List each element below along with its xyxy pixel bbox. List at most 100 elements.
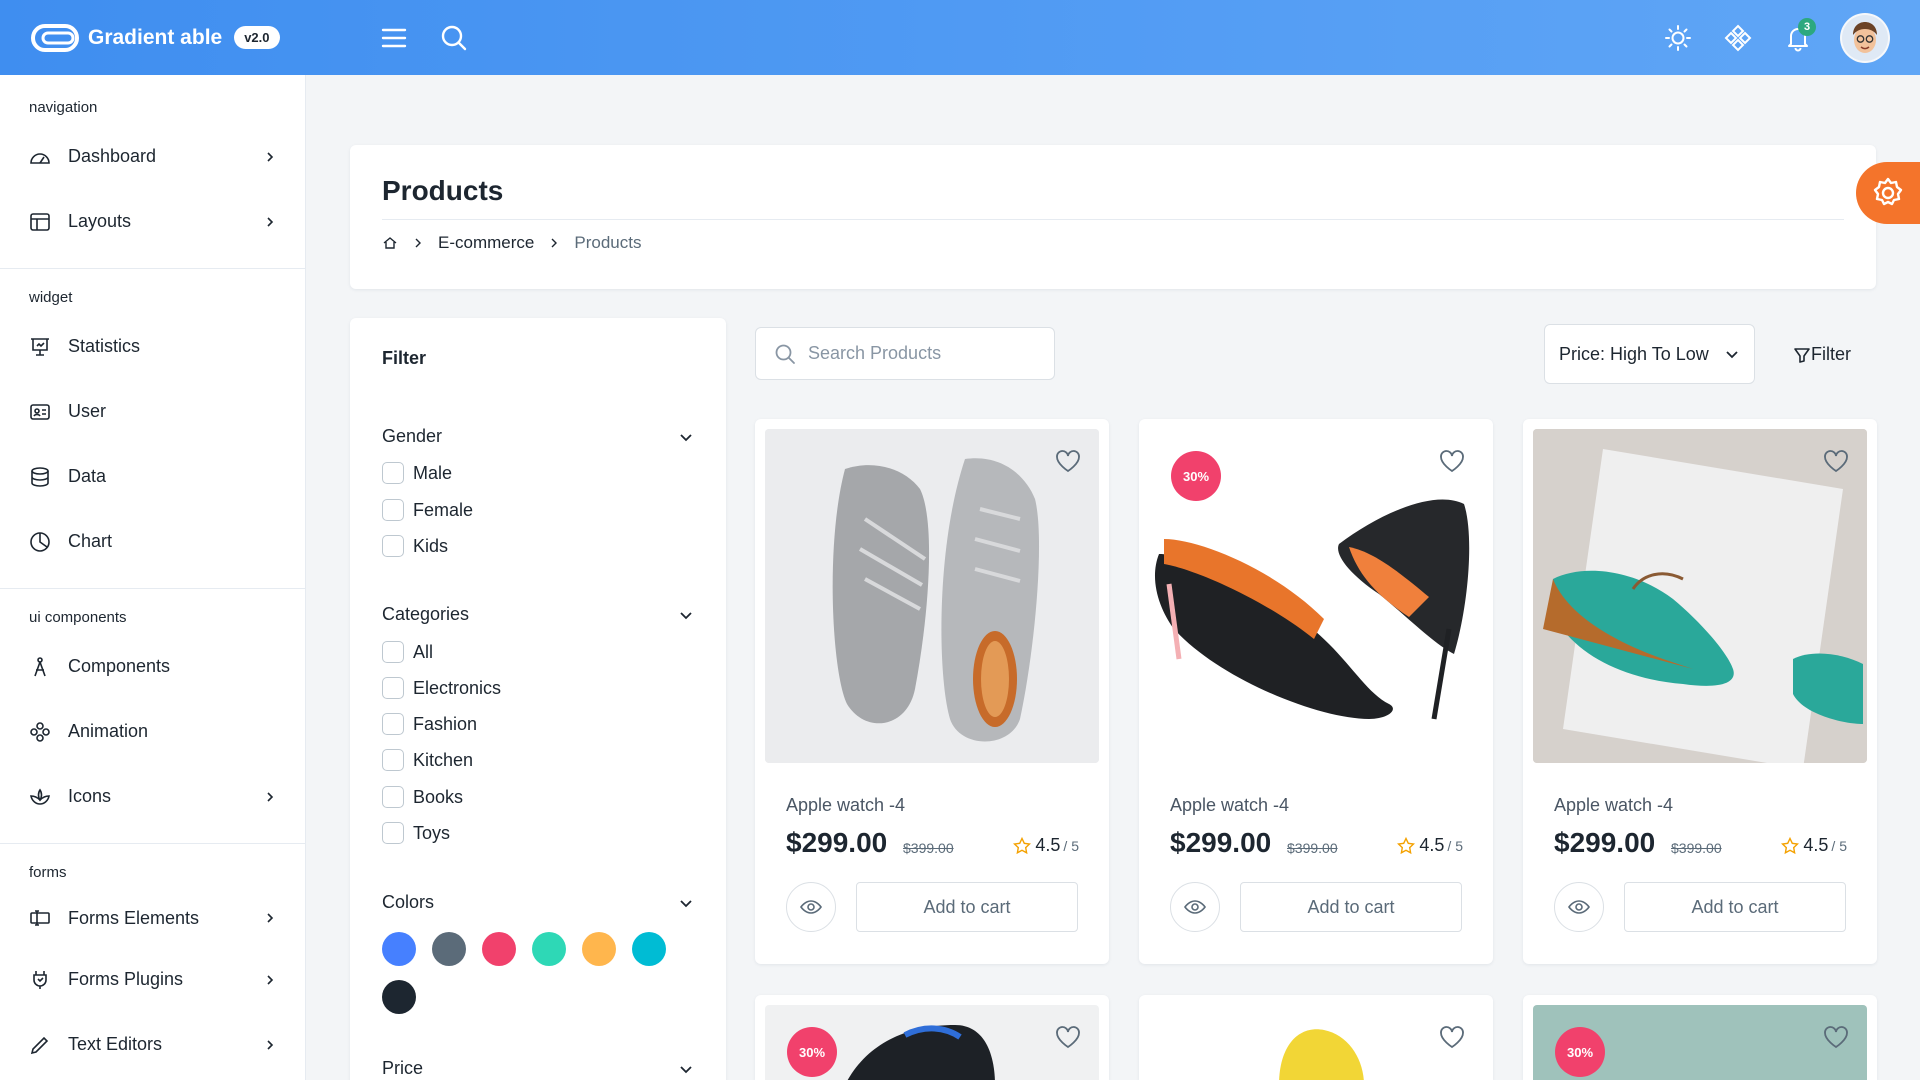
filter-panel: Filter Gender Male Female Kids Categorie… <box>350 318 726 1080</box>
checkbox[interactable] <box>382 749 404 771</box>
sidebar-item-chart[interactable]: Chart <box>0 509 305 574</box>
filter-group-categories[interactable]: Categories <box>382 604 694 625</box>
filter-option[interactable]: Kitchen <box>382 749 473 771</box>
divider <box>382 219 1844 220</box>
sidebar-item-text-editors[interactable]: Text Editors <box>0 1012 305 1077</box>
checkbox[interactable] <box>382 786 404 808</box>
sidebar-item-layouts[interactable]: Layouts <box>0 189 305 254</box>
filter-toggle-button[interactable]: Filter <box>1793 344 1851 365</box>
product-name[interactable]: Apple watch -4 <box>1554 795 1673 816</box>
menu-toggle-button[interactable] <box>372 16 416 60</box>
color-swatch[interactable] <box>482 932 516 966</box>
product-name[interactable]: Apple watch -4 <box>786 795 905 816</box>
heart-icon[interactable] <box>1439 1025 1465 1049</box>
add-to-cart-button[interactable]: Add to cart <box>1240 882 1462 932</box>
sidebar-item-forms-plugins[interactable]: Forms Plugins <box>0 947 305 1012</box>
quick-view-button[interactable] <box>786 882 836 932</box>
search-input[interactable] <box>808 343 1028 364</box>
filter-option[interactable]: Kids <box>382 535 448 557</box>
home-icon[interactable] <box>382 235 398 251</box>
product-name[interactable]: Apple watch -4 <box>1170 795 1289 816</box>
filter-group-gender[interactable]: Gender <box>382 426 694 447</box>
sidebar-item-data[interactable]: Data <box>0 444 305 509</box>
option-label: All <box>413 641 434 662</box>
checkbox[interactable] <box>382 535 404 557</box>
filter-option[interactable]: Toys <box>382 822 450 844</box>
sidebar-item-icons[interactable]: Icons <box>0 764 305 829</box>
checkbox[interactable] <box>382 641 404 663</box>
option-label: Fashion <box>413 713 478 734</box>
sidebar-item-dashboard[interactable]: Dashboard <box>0 124 305 189</box>
sort-select[interactable]: Price: High To Low <box>1544 324 1755 384</box>
notifications-button[interactable]: 3 <box>1776 16 1820 60</box>
filter-group-price[interactable]: Price <box>382 1058 694 1079</box>
color-swatch[interactable] <box>582 932 616 966</box>
breadcrumb: E-commerce Products <box>382 233 641 253</box>
heart-icon[interactable] <box>1823 449 1849 473</box>
color-swatch[interactable] <box>382 980 416 1014</box>
heart-icon[interactable] <box>1823 1025 1849 1049</box>
add-to-cart-button[interactable]: Add to cart <box>1624 882 1846 932</box>
chart-icon <box>28 530 52 554</box>
product-old-price: $399.00 <box>903 840 954 856</box>
brand[interactable]: Gradient able v2.0 <box>30 21 330 55</box>
notification-count-badge: 3 <box>1798 17 1816 36</box>
option-label: Kitchen <box>413 749 474 770</box>
color-swatch[interactable] <box>432 932 466 966</box>
nav-section-ui-components: ui components Components Animation Icons <box>0 589 305 844</box>
product-image[interactable] <box>765 429 1099 763</box>
product-price: $299.00 <box>1554 827 1656 858</box>
breadcrumb-link-ecommerce[interactable]: E-commerce <box>438 233 534 253</box>
page-header-card: Products E-commerce Products <box>350 145 1876 289</box>
sidebar-item-label: User <box>68 401 107 421</box>
filter-option[interactable]: Books <box>382 786 463 808</box>
nav-section-navigation: navigation Dashboard Layouts <box>0 75 305 269</box>
color-swatch[interactable] <box>382 932 416 966</box>
sidebar-item-animation[interactable]: Animation <box>0 699 305 764</box>
sidebar-item-user[interactable]: User <box>0 379 305 444</box>
text-editor-icon <box>28 1033 52 1057</box>
chevron-right-icon <box>415 238 421 248</box>
header-actions: 3 <box>1656 0 1890 75</box>
product-old-price: $399.00 <box>1671 840 1722 856</box>
menu-icon <box>381 28 407 47</box>
avatar[interactable] <box>1840 12 1890 63</box>
filter-group-colors[interactable]: Colors <box>382 892 694 913</box>
checkbox[interactable] <box>382 822 404 844</box>
checkbox[interactable] <box>382 677 404 699</box>
theme-toggle-button[interactable] <box>1656 16 1700 60</box>
quick-view-button[interactable] <box>1170 882 1220 932</box>
color-swatch[interactable] <box>632 932 666 966</box>
product-image[interactable] <box>1533 429 1867 763</box>
filter-option[interactable]: Electronics <box>382 677 501 699</box>
heart-icon[interactable] <box>1439 449 1465 473</box>
color-swatch[interactable] <box>532 932 566 966</box>
quick-view-button[interactable] <box>1554 882 1604 932</box>
apps-button[interactable] <box>1716 16 1760 60</box>
top-header: Gradient able v2.0 3 <box>0 0 1920 75</box>
heart-icon[interactable] <box>1055 1025 1081 1049</box>
sort-select-value: Price: High To Low <box>1559 343 1709 364</box>
sidebar-item-forms-elements[interactable]: Forms Elements <box>0 889 305 947</box>
product-old-price: $399.00 <box>1287 840 1338 856</box>
filter-option[interactable]: All <box>382 641 433 663</box>
heart-icon[interactable] <box>1055 449 1081 473</box>
product-image[interactable] <box>1149 1005 1483 1080</box>
header-search-button[interactable] <box>432 16 476 60</box>
rating-value: 4.5 <box>1803 835 1829 855</box>
filter-option[interactable]: Male <box>382 462 452 484</box>
sidebar-item-label: Forms Elements <box>68 907 200 928</box>
sidebar-item-statistics[interactable]: Statistics <box>0 314 305 379</box>
nav-caption: ui components <box>29 609 127 626</box>
checkbox[interactable] <box>382 462 404 484</box>
filter-option[interactable]: Female <box>382 499 473 521</box>
product-card: 30% <box>1523 995 1877 1080</box>
checkbox[interactable] <box>382 713 404 735</box>
checkbox[interactable] <box>382 499 404 521</box>
chevron-right-icon <box>267 216 274 227</box>
sidebar-item-components[interactable]: Components <box>0 634 305 699</box>
filter-option[interactable]: Fashion <box>382 713 477 735</box>
customizer-button[interactable] <box>1856 162 1920 224</box>
discount-badge: 30% <box>787 1027 837 1077</box>
add-to-cart-button[interactable]: Add to cart <box>856 882 1078 932</box>
